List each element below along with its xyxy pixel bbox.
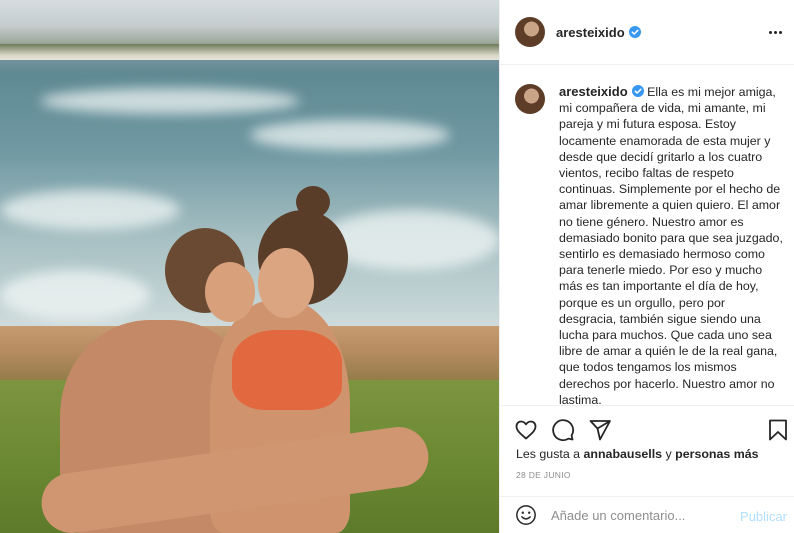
paper-plane-icon[interactable] <box>588 418 612 442</box>
comment-box: Publicar <box>500 496 794 533</box>
likes-prefix: Les gusta a <box>516 447 581 461</box>
publish-button[interactable]: Publicar <box>740 509 787 524</box>
photo-wave <box>0 270 150 320</box>
caption-username[interactable]: aresteixido <box>559 84 628 99</box>
likes-others-link[interactable]: personas más <box>675 447 758 461</box>
avatar[interactable] <box>515 84 545 114</box>
caption: aresteixido Ella es mi mejor amiga, mi c… <box>559 84 783 405</box>
likes-user-link[interactable]: annabausells <box>584 447 663 461</box>
verified-badge-icon <box>631 85 644 97</box>
heart-icon[interactable] <box>514 418 538 442</box>
more-options-icon[interactable] <box>765 22 785 42</box>
post-header: aresteixido <box>500 0 794 65</box>
likes-joiner: y <box>665 447 672 461</box>
avatar[interactable] <box>515 17 545 47</box>
photo-wave <box>0 190 180 230</box>
caption-area: aresteixido Ella es mi mejor amiga, mi c… <box>500 66 794 405</box>
comment-icon[interactable] <box>551 418 575 442</box>
likes-summary: Les gusta a annabausells y personas más <box>516 447 759 461</box>
post-photo[interactable] <box>0 0 499 533</box>
emoji-icon[interactable] <box>515 504 537 526</box>
photo-bikini <box>232 330 342 410</box>
comment-input[interactable] <box>551 507 731 523</box>
post-side-panel: aresteixido aresteixido Ella es mi mejor… <box>499 0 794 533</box>
photo-shore <box>0 44 499 60</box>
verified-badge-icon <box>628 26 641 38</box>
username[interactable]: aresteixido <box>556 25 625 40</box>
photo-hills <box>0 0 499 48</box>
photo-face-right <box>258 248 314 318</box>
photo-hair-bun <box>296 186 330 218</box>
post-date[interactable]: 28 DE JUNIO <box>516 470 571 480</box>
caption-text: Ella es mi mejor amiga, mi compañera de … <box>559 85 783 405</box>
photo-wave <box>40 88 300 114</box>
photo-face-left <box>205 262 255 322</box>
action-bar <box>500 405 794 451</box>
bookmark-icon[interactable] <box>766 418 790 442</box>
photo-wave <box>250 120 450 150</box>
